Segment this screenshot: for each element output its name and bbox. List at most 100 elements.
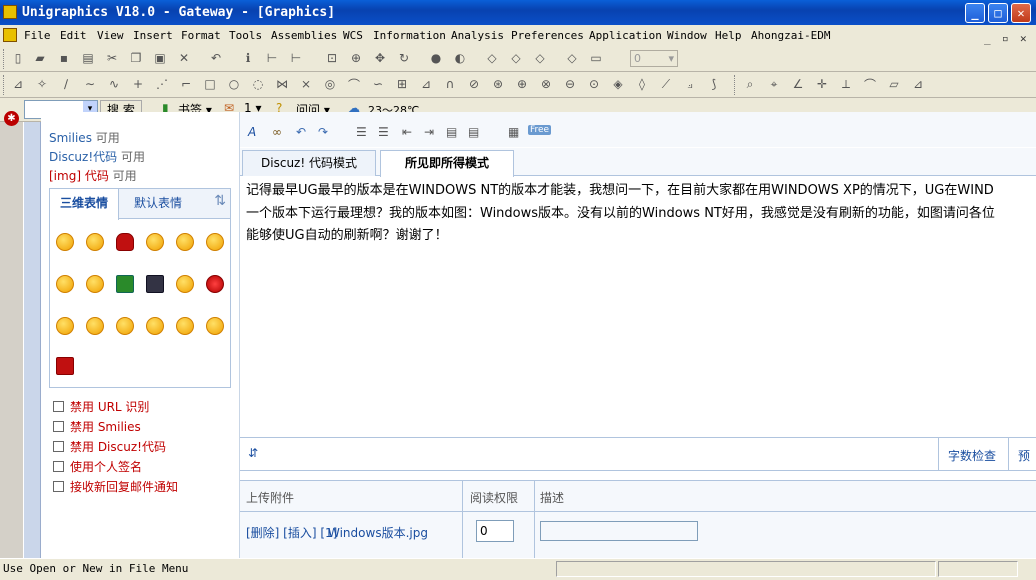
view-iso-icon[interactable]: ◇ [532, 50, 548, 66]
bound-icon[interactable]: ⊿ [910, 76, 926, 92]
radius-icon[interactable]: ⌒ [862, 76, 878, 92]
menu-tools[interactable]: Tools [229, 25, 262, 46]
menu-wcs[interactable]: WCS [343, 25, 363, 46]
menu-format[interactable]: Format [181, 25, 221, 46]
fillet-icon[interactable]: ⌐ [178, 76, 194, 92]
fit-view-icon[interactable]: ⊡ [324, 50, 340, 66]
menu-preferences[interactable]: Preferences [511, 25, 584, 46]
analysis-icon[interactable]: ⌕ [742, 76, 758, 92]
tree-icon[interactable]: ⊢ [264, 50, 280, 66]
tab-discuz-code-mode[interactable]: Discuz! 代码模式 [242, 150, 376, 176]
checkbox-box[interactable] [53, 481, 64, 492]
float-left-icon[interactable]: ▤ [446, 125, 457, 139]
maximize-button[interactable]: □ [988, 3, 1008, 23]
smiley-icon[interactable] [116, 317, 134, 335]
paste-icon[interactable]: ▣ [152, 50, 168, 66]
table-icon[interactable] [116, 275, 134, 293]
disable-url-checkbox[interactable]: 禁用 URL 识别 [53, 398, 149, 415]
smiley-icon[interactable] [206, 233, 224, 251]
divide-icon[interactable]: ◈ [610, 76, 626, 92]
offset-icon[interactable]: ◎ [322, 76, 338, 92]
unordered-list-icon[interactable]: ☰ [378, 125, 389, 139]
indent-icon[interactable]: ⇥ [424, 125, 434, 139]
rectangle-icon[interactable]: □ [202, 76, 218, 92]
smiley-icon[interactable] [86, 275, 104, 293]
bridge-icon[interactable]: ⌒ [346, 76, 362, 92]
menu-assemblies[interactable]: Assemblies [271, 25, 337, 46]
heart-icon[interactable] [206, 275, 224, 293]
project-icon[interactable]: ⊿ [418, 76, 434, 92]
link-icon[interactable]: ∞ [272, 125, 282, 139]
angle-icon[interactable]: ∠ [790, 76, 806, 92]
helix-icon[interactable]: ∽ [370, 76, 386, 92]
open-folder-icon[interactable]: ▰ [32, 50, 48, 66]
lips-icon[interactable] [116, 233, 134, 251]
menu-ahongzai-edm[interactable]: Ahongzai-EDM [751, 25, 830, 46]
plus-icon[interactable]: + [130, 76, 146, 92]
arc-length-icon[interactable]: ⊖ [562, 76, 578, 92]
tab-wysiwyg-mode[interactable]: 所见即所得模式 [380, 150, 514, 177]
wrap-icon[interactable]: ⊛ [490, 76, 506, 92]
join-icon[interactable]: ⊕ [514, 76, 530, 92]
measure-icon[interactable]: ⟋ [658, 76, 674, 92]
use-signature-checkbox[interactable]: 使用个人签名 [53, 458, 142, 475]
redo-icon[interactable]: ↷ [318, 125, 328, 139]
corner-icon[interactable]: ⟓ [682, 76, 698, 92]
edit-curve-icon[interactable]: ⊗ [538, 76, 554, 92]
crosshair-icon[interactable]: ✛ [814, 76, 830, 92]
menu-window[interactable]: Window [667, 25, 707, 46]
menu-application[interactable]: Application [589, 25, 662, 46]
wireframe-icon[interactable]: ◐ [452, 50, 468, 66]
extrude-icon[interactable]: ⊞ [394, 76, 410, 92]
print-icon[interactable]: ▤ [80, 50, 96, 66]
ordered-list-icon[interactable]: ☰ [356, 125, 367, 139]
arc-icon[interactable]: ◌ [250, 76, 266, 92]
spellcheck-button[interactable]: 字数检查 [948, 447, 996, 464]
smiley-icon[interactable] [206, 317, 224, 335]
spline-icon[interactable]: ∼ [82, 76, 98, 92]
menu-insert[interactable]: Insert [133, 25, 173, 46]
smooth-icon[interactable]: ⊙ [586, 76, 602, 92]
smiley-icon[interactable] [56, 275, 74, 293]
menu-analysis[interactable]: Analysis [451, 25, 504, 46]
swap-icon[interactable]: ⇅ [214, 193, 226, 209]
smiley-icon[interactable] [86, 233, 104, 251]
trim-icon[interactable]: ⋈ [274, 76, 290, 92]
toolbar-grip[interactable] [3, 49, 6, 69]
view-front-icon[interactable]: ◇ [484, 50, 500, 66]
line-icon[interactable]: ∕ [58, 76, 74, 92]
menu-help[interactable]: Help [715, 25, 742, 46]
smiley-icon[interactable] [56, 317, 74, 335]
point-icon[interactable]: ✧ [34, 76, 50, 92]
smiley-icon[interactable] [176, 275, 194, 293]
lantern-icon[interactable] [56, 357, 74, 375]
disable-smilies-checkbox[interactable]: 禁用 Smilies [53, 418, 141, 435]
save-icon[interactable]: ▪ [56, 50, 72, 66]
polyline-icon[interactable]: ∿ [106, 76, 122, 92]
outdent-icon[interactable]: ⇤ [402, 125, 412, 139]
menu-edit[interactable]: Edit [60, 25, 87, 46]
resize-icon[interactable]: ⇵ [248, 446, 258, 460]
layer-icon[interactable]: ◇ [564, 50, 580, 66]
pan-icon[interactable]: ✥ [372, 50, 388, 66]
undo-icon[interactable]: ↶ [208, 50, 224, 66]
email-notify-checkbox[interactable]: 接收新回复邮件通知 [53, 478, 178, 495]
description-input[interactable] [540, 521, 698, 541]
float-right-icon[interactable]: ▤ [468, 125, 479, 139]
smiley-icon[interactable] [176, 317, 194, 335]
layer-select[interactable]: 0 ▾ [630, 50, 678, 67]
rotate-icon[interactable]: ↻ [396, 50, 412, 66]
smiley-icon[interactable] [176, 233, 194, 251]
free-icon[interactable]: Free [528, 125, 552, 135]
attach-actions[interactable]: [删除] [插入] [1] [246, 524, 337, 541]
normal-icon[interactable]: ⟂ [838, 76, 854, 92]
wheel-icon[interactable]: ✱ [4, 111, 19, 126]
table-icon[interactable]: ▦ [508, 125, 519, 139]
split-icon[interactable]: ⨯ [298, 76, 314, 92]
toolbar-grip[interactable] [3, 75, 6, 95]
checkbox-box[interactable] [53, 441, 64, 452]
disable-discuz-code-checkbox[interactable]: 禁用 Discuz!代码 [53, 438, 166, 455]
smiley-icon[interactable] [86, 317, 104, 335]
smiley-icon[interactable] [146, 233, 164, 251]
sketch-icon[interactable]: ⊿ [10, 76, 26, 92]
